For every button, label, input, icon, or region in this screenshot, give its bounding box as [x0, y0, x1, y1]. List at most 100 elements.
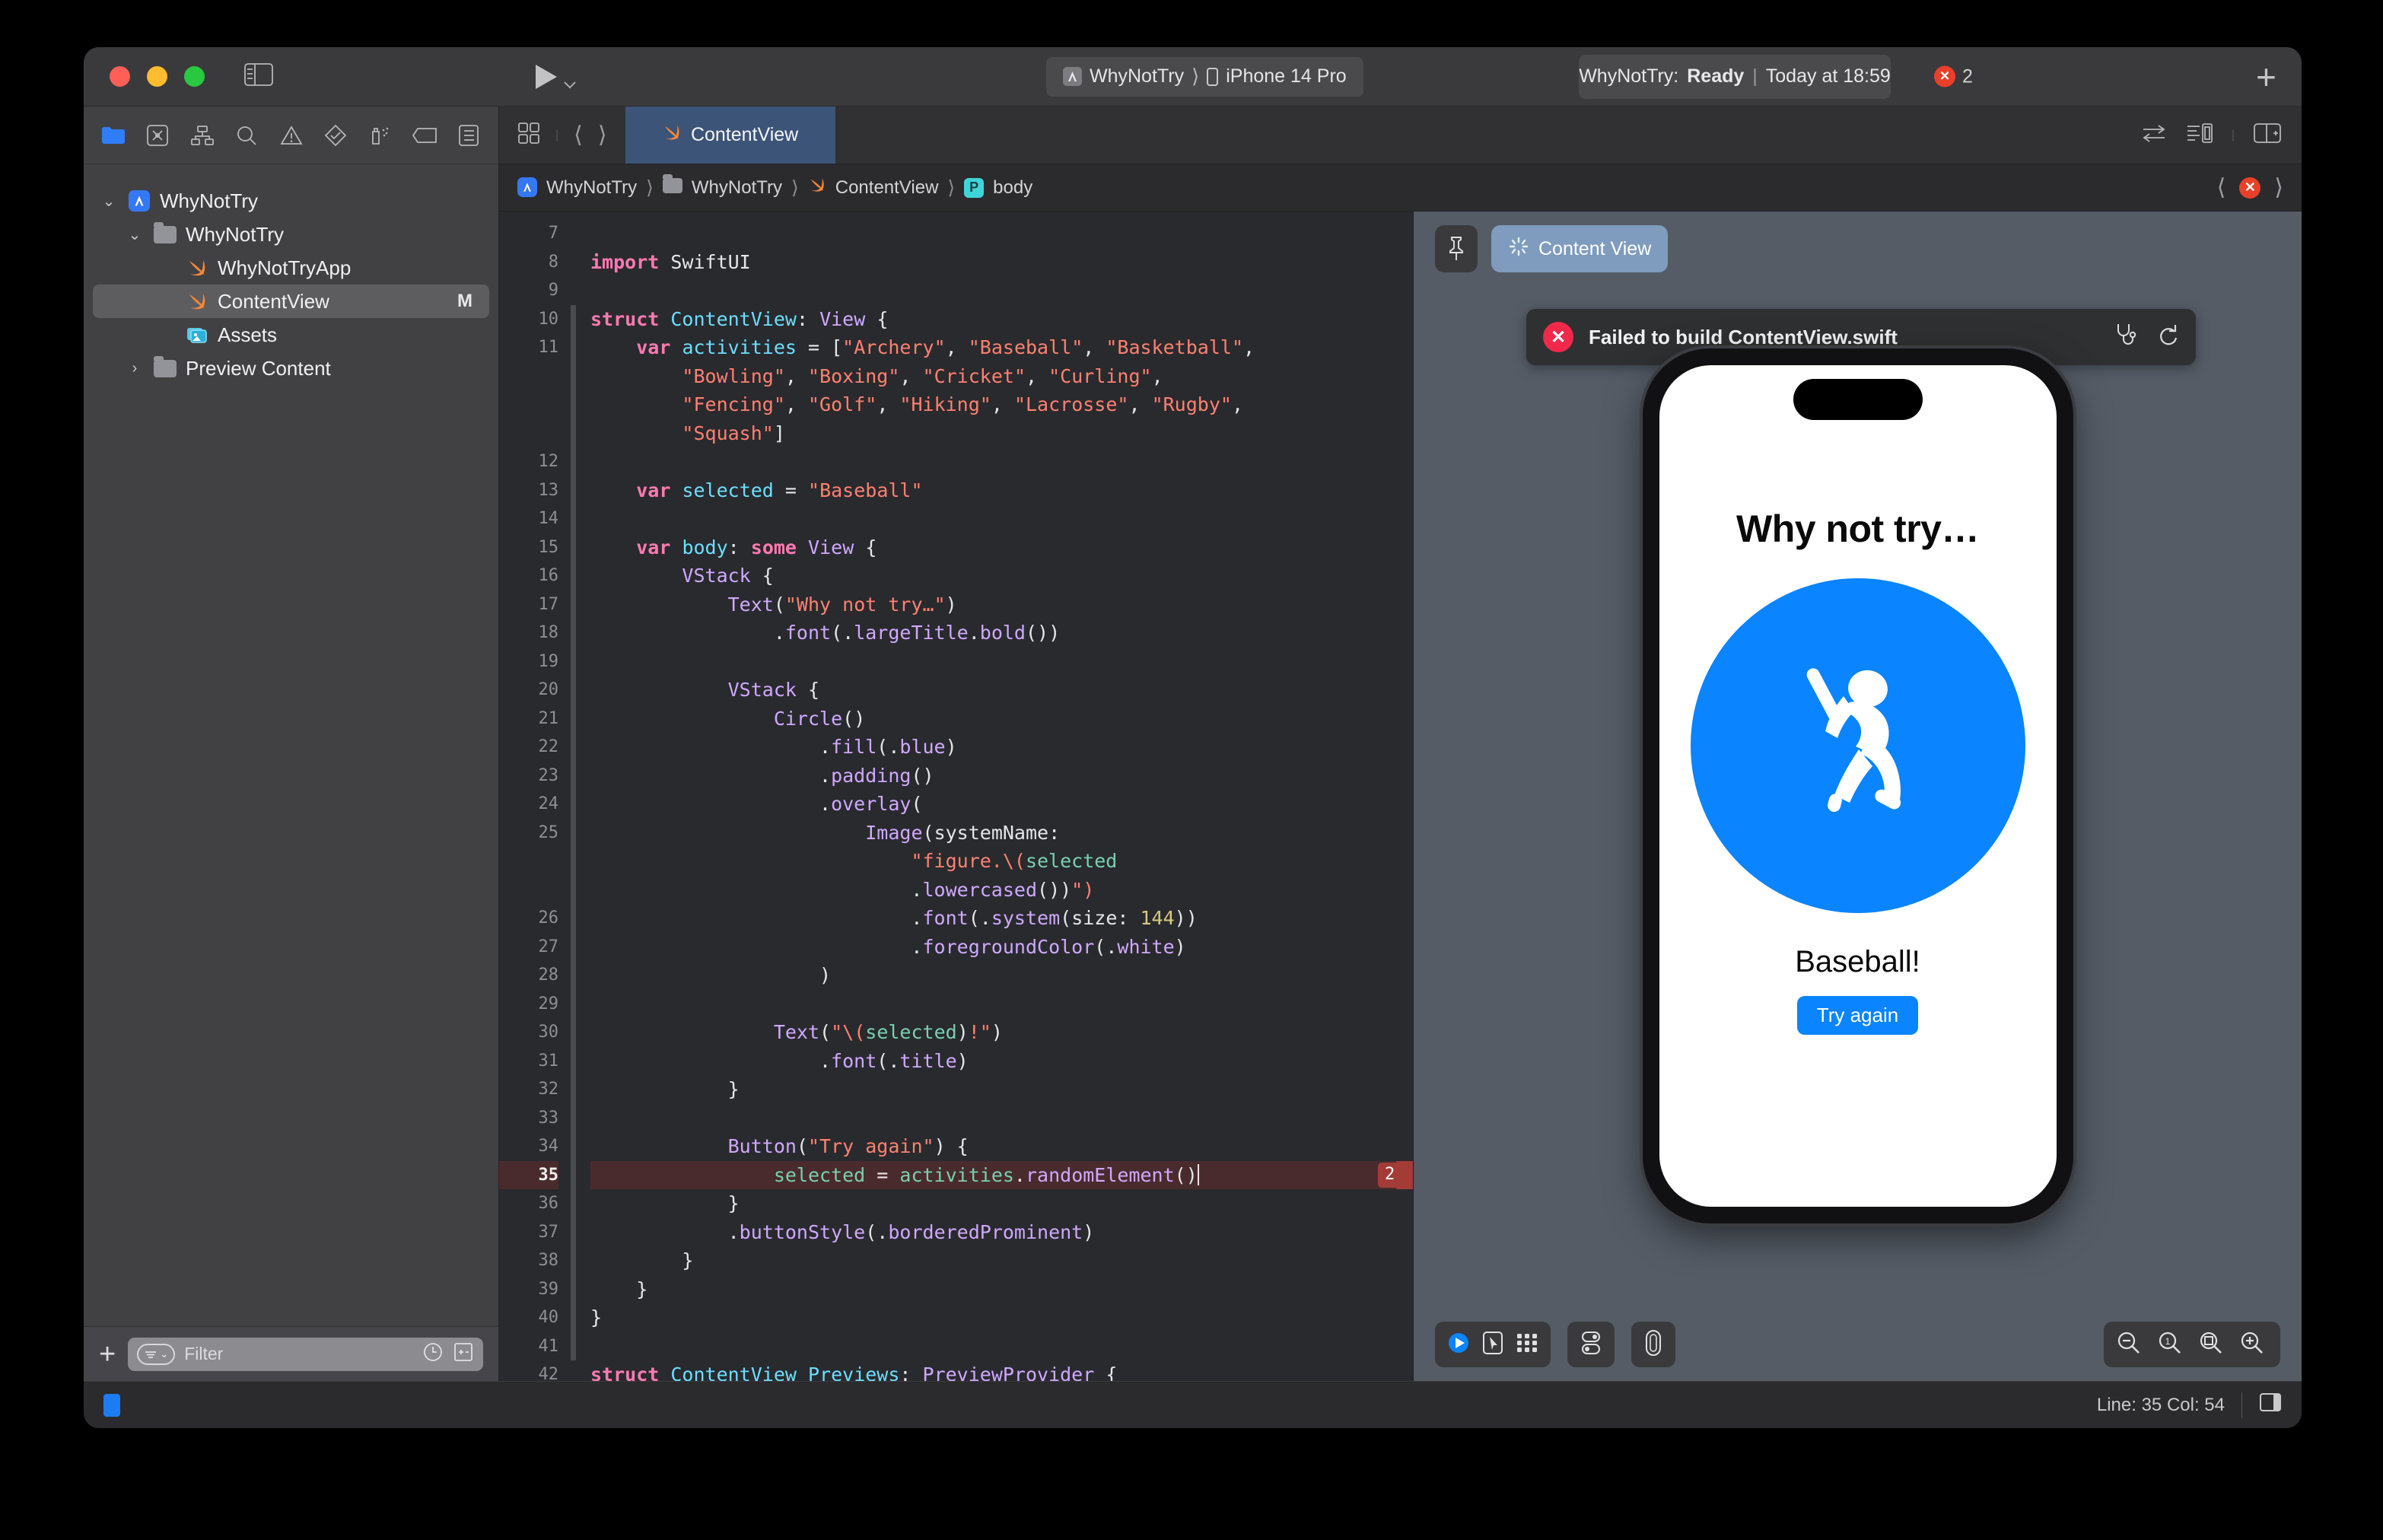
- fold-ribbon-segment[interactable]: [571, 1018, 576, 1047]
- fold-ribbon-segment[interactable]: [571, 904, 576, 933]
- code-line[interactable]: struct ContentView_Previews: PreviewProv…: [590, 1360, 1413, 1381]
- report-icon[interactable]: [456, 123, 482, 148]
- code-line[interactable]: "Squash"]: [590, 419, 1413, 448]
- zoom-out-icon[interactable]: [2116, 1330, 2145, 1359]
- fold-ribbon-segment[interactable]: [571, 304, 576, 333]
- fold-ribbon-segment[interactable]: [571, 761, 576, 790]
- code-line[interactable]: ): [590, 961, 1413, 990]
- fold-ribbon-segment[interactable]: [571, 504, 576, 533]
- code-line[interactable]: struct ContentView: View {: [590, 305, 1413, 334]
- fold-ribbon-segment[interactable]: [571, 1103, 576, 1132]
- breadcrumb-item-group[interactable]: WhyNotTry: [692, 177, 782, 199]
- test-icon[interactable]: [323, 123, 348, 148]
- fold-ribbon-segment[interactable]: [571, 619, 576, 648]
- code-line[interactable]: [590, 219, 1413, 248]
- multi-editor-icon[interactable]: [517, 122, 540, 148]
- code-line[interactable]: [590, 990, 1413, 1019]
- code-line[interactable]: VStack {: [590, 676, 1413, 705]
- source-control-icon[interactable]: [145, 123, 170, 148]
- code-line[interactable]: [590, 504, 1413, 533]
- fold-ribbon-segment[interactable]: [571, 847, 576, 876]
- variants-icon[interactable]: [1516, 1332, 1538, 1357]
- preview-try-again-button[interactable]: Try again: [1796, 995, 1919, 1035]
- fold-ribbon-segment[interactable]: [571, 818, 576, 847]
- code-line[interactable]: VStack {: [590, 562, 1413, 590]
- add-file-button[interactable]: +: [99, 1340, 116, 1369]
- code-line[interactable]: var activities = ["Archery", "Baseball",…: [590, 333, 1413, 362]
- code-line[interactable]: }: [590, 1275, 1413, 1304]
- fold-ribbon-segment[interactable]: [571, 1274, 576, 1303]
- source-editor[interactable]: 7 8 9 10 11 12 13 14 15 16 17 18 19 20 21 22 23 24 25 26 27 2…: [499, 212, 1413, 1381]
- code-line[interactable]: var body: some View {: [590, 533, 1413, 562]
- chevron-down-icon[interactable]: ⌄: [125, 225, 145, 244]
- code-line[interactable]: .foregroundColor(.white): [590, 933, 1413, 962]
- fold-ribbon-segment[interactable]: [571, 476, 576, 504]
- fold-ribbon-segment[interactable]: [571, 1132, 576, 1161]
- zoom-100-icon[interactable]: 1: [2157, 1330, 2186, 1359]
- code-line[interactable]: .font(.system(size: 144)): [590, 904, 1413, 933]
- code-line[interactable]: [590, 1104, 1413, 1133]
- code-text[interactable]: import SwiftUI struct ContentView: View {…: [580, 212, 1413, 1381]
- code-line[interactable]: .overlay(: [590, 790, 1413, 819]
- close-button[interactable]: [110, 66, 130, 87]
- fold-ribbon-segment[interactable]: [571, 1303, 576, 1332]
- activity-status[interactable]: WhyNotTry: Ready | Today at 18:59: [1579, 54, 1891, 99]
- warning-icon[interactable]: [278, 123, 304, 148]
- scheme-destination-selector[interactable]: WhyNotTry ⟩ iPhone 14 Pro: [1046, 56, 1363, 97]
- tree-item-preview-content[interactable]: › Preview Content: [93, 352, 489, 385]
- stethoscope-icon[interactable]: [2114, 322, 2138, 353]
- add-editor-button[interactable]: +: [2256, 59, 2276, 94]
- sidebar-toggle-icon[interactable]: [244, 63, 273, 90]
- fold-ribbon-segment[interactable]: [571, 676, 576, 705]
- code-line[interactable]: Circle(): [590, 705, 1413, 733]
- issue-count-badge[interactable]: ✕ 2: [1934, 65, 1973, 88]
- code-line[interactable]: Text("\(selected)!"): [590, 1018, 1413, 1047]
- fold-ribbon-segment[interactable]: [571, 1160, 576, 1189]
- tree-item-contentview[interactable]: ContentView M: [93, 285, 489, 318]
- fold-ribbon-segment[interactable]: [571, 361, 576, 390]
- add-assistant-editor-icon[interactable]: [2253, 123, 2282, 148]
- chevron-right-icon[interactable]: ›: [125, 360, 145, 377]
- minimap-icon[interactable]: [2186, 123, 2213, 148]
- source-control-filter-icon[interactable]: [453, 1341, 474, 1367]
- zoom-in-icon[interactable]: [2239, 1330, 2268, 1359]
- fold-ribbon-segment[interactable]: [571, 989, 576, 1018]
- tree-item-project[interactable]: ⌄ WhyNotTry: [93, 184, 489, 218]
- code-line[interactable]: "Fencing", "Golf", "Hiking", "Lacrosse",…: [590, 390, 1413, 419]
- code-line[interactable]: "Bowling", "Boxing", "Cricket", "Curling…: [590, 362, 1413, 391]
- fold-ribbon-segment[interactable]: [571, 533, 576, 562]
- preview-screen[interactable]: Why not try… Baseball! Try again: [1659, 364, 2057, 1207]
- code-line[interactable]: import SwiftUI: [590, 248, 1413, 277]
- fold-ribbon-segment[interactable]: [571, 1217, 576, 1246]
- fold-ribbon-segment[interactable]: [571, 390, 576, 419]
- device-settings-icon[interactable]: [1580, 1330, 1602, 1360]
- code-line[interactable]: }: [590, 1246, 1413, 1275]
- device-orientation-icon[interactable]: [1643, 1329, 1663, 1360]
- minimize-button[interactable]: [147, 66, 167, 87]
- fold-ribbon-segment[interactable]: [569, 1360, 580, 1381]
- refresh-icon[interactable]: [2156, 323, 2179, 352]
- filter-options-icon[interactable]: ⌄: [137, 1343, 176, 1365]
- code-line[interactable]: .lowercased())"): [590, 876, 1413, 905]
- run-button[interactable]: [533, 62, 577, 91]
- fold-ribbon-segment[interactable]: [571, 704, 576, 733]
- fold-ribbon-segment[interactable]: [569, 276, 580, 305]
- fold-ribbon-segment[interactable]: [571, 1075, 576, 1104]
- fold-ribbon-segment[interactable]: [571, 1046, 576, 1075]
- search-icon[interactable]: [234, 123, 259, 148]
- fold-ribbon-segment[interactable]: [571, 562, 576, 590]
- next-issue-button[interactable]: ⟩: [2274, 174, 2283, 201]
- fold-ribbon-segment[interactable]: [571, 647, 576, 676]
- navigate-forward-button[interactable]: ⟩: [598, 122, 607, 148]
- tree-item-group-whynottry[interactable]: ⌄ WhyNotTry: [93, 218, 489, 251]
- fold-ribbon-segment[interactable]: [571, 333, 576, 362]
- code-line-with-error[interactable]: selected = activities.randomElement()2✕: [590, 1160, 1413, 1189]
- code-line[interactable]: [590, 648, 1413, 676]
- fold-ribbon-segment[interactable]: [571, 447, 576, 476]
- tree-item-whynottryapp[interactable]: WhyNotTryApp: [93, 251, 489, 285]
- code-line[interactable]: Button("Try again") {: [590, 1132, 1413, 1161]
- fold-ribbon-segment[interactable]: [571, 733, 576, 762]
- editor-layout-icon[interactable]: [2259, 1392, 2282, 1418]
- code-line[interactable]: .fill(.blue): [590, 733, 1413, 762]
- code-fold-ribbon[interactable]: [569, 212, 580, 1381]
